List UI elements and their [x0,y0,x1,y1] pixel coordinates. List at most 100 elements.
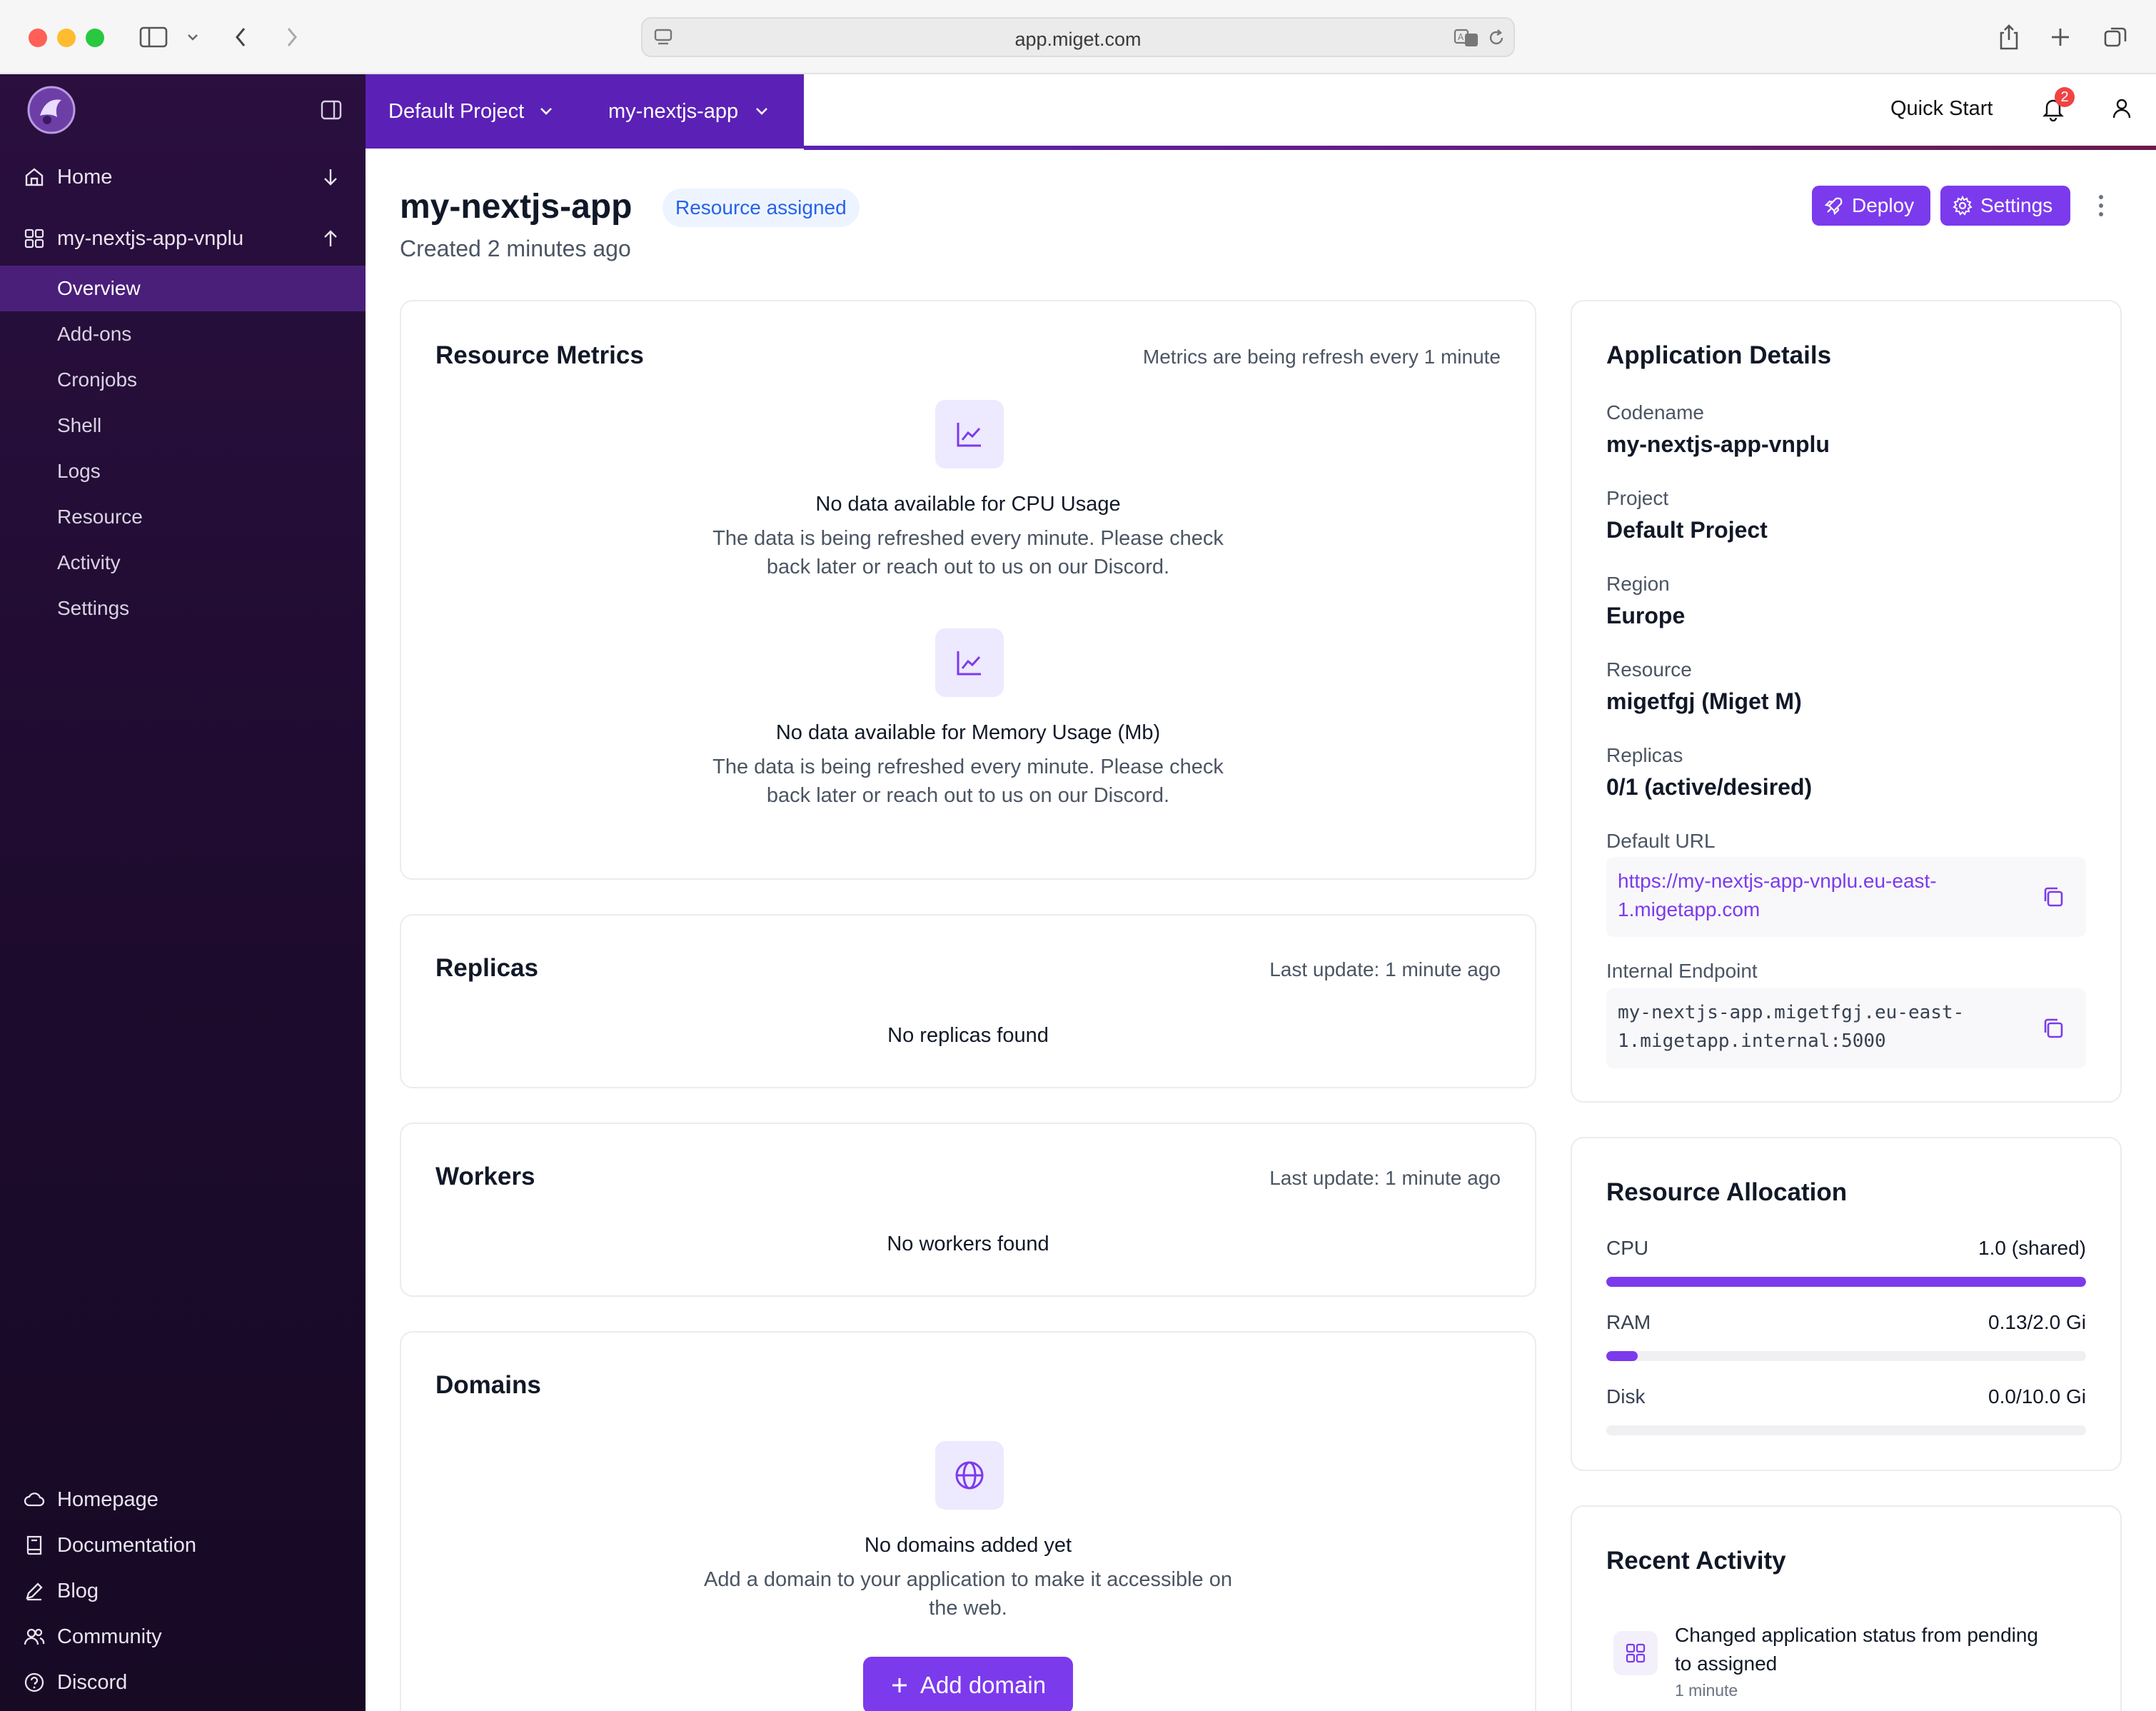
sidebar-item-label: Add-ons [57,323,132,345]
tab-overview-icon[interactable] [2102,20,2129,54]
memory-empty-desc-line-1: The data is being refreshed every minute… [712,756,1224,778]
url-text: app.miget.com [1014,29,1142,50]
project-label: Project [1606,487,1669,509]
deploy-button[interactable]: Deploy [1812,186,1930,226]
sidebar-item-label: Resource [57,506,143,528]
replicas-label: Replicas [1606,744,1683,766]
project-dropdown[interactable]: Default Project [388,74,554,149]
miget-logo[interactable] [26,84,77,136]
alloc-label: Disk [1606,1385,1646,1408]
copy-icon[interactable] [2040,884,2066,910]
activity-text-line-1: Changed application status from pending [1675,1624,2039,1646]
book-icon [23,1534,46,1557]
card-title: Resource Metrics [435,341,644,369]
footer-label: Discord [57,1670,128,1694]
recent-activity-card: Recent Activity Changed application stat… [1571,1505,2122,1711]
zoom-window-button[interactable] [86,29,104,47]
region-value: Europe [1606,603,1686,628]
alloc-row-ram: RAM 0.13/2.0 Gi [1606,1311,2086,1334]
user-icon[interactable] [2110,97,2133,120]
memory-empty-desc-line-2: back later or reach out to us on our Dis… [766,784,1170,807]
project-switcher: Default Project my-nextjs-app [366,74,804,149]
sidebar-item-logs[interactable]: Logs [0,448,366,494]
default-url-label: Default URL [1606,830,1716,852]
close-window-button[interactable] [29,29,47,47]
domains-empty-title: No domains added yet [864,1534,1072,1557]
project-label: Default Project [388,99,525,123]
default-url-line-2: 1.migetapp.com [1618,898,1760,920]
sidebar-item-shell[interactable]: Shell [0,403,366,448]
settings-button[interactable]: Settings [1940,186,2070,226]
domains-card: Domains No domains added yet Add a domai… [400,1331,1536,1711]
app-dropdown[interactable]: my-nextjs-app [608,74,770,149]
sidebar-item-label: Settings [57,597,130,619]
chevron-down-icon [540,108,553,115]
sidebar-item-add-ons[interactable]: Add-ons [0,311,366,357]
internal-endpoint-box: my-nextjs-app.migetfgj.eu-east- 1.migeta… [1606,988,2086,1068]
region-label: Region [1606,573,1670,595]
sidebar-item-cronjobs[interactable]: Cronjobs [0,357,366,403]
sidebar-app-label: my-nextjs-app-vnplu [57,226,244,250]
metrics-refresh-note: Metrics are being refresh every 1 minute [1142,346,1501,368]
sidebar-home-label: Home [57,165,113,189]
default-url-line-1: https://my-nextjs-app-vnplu.eu-east- [1618,870,1937,892]
quick-start-link[interactable]: Quick Start [1890,97,1993,121]
new-tab-icon[interactable] [2047,20,2073,54]
reload-icon[interactable] [1486,28,1506,51]
sidebar-item-label: Cronjobs [57,368,138,391]
sidebar-toggle-icon[interactable] [138,20,168,54]
globe-icon [935,1441,1004,1510]
activity-time: 1 minute [1675,1681,1738,1700]
sidebar-footer-community[interactable]: Community [0,1621,366,1652]
sidebar-footer-documentation[interactable]: Documentation [0,1530,366,1561]
sidebar-item-label: Overview [57,277,141,299]
alloc-value: 1.0 (shared) [1978,1237,2086,1259]
bar-fill [1606,1351,1638,1361]
default-url-box: https://my-nextjs-app-vnplu.eu-east- 1.m… [1606,857,2086,937]
activity-item: Changed application status from pending … [1606,1618,2086,1711]
more-options-icon[interactable] [2090,191,2112,220]
rocket-icon [1824,197,1843,216]
cpu-empty-title: No data available for CPU Usage [815,493,1121,516]
sidebar-item-resource[interactable]: Resource [0,494,366,540]
plus-icon [892,1678,907,1692]
address-bar[interactable]: app.miget.com A [641,17,1515,57]
default-url-link[interactable]: https://my-nextjs-app-vnplu.eu-east- 1.m… [1618,867,2018,924]
card-title: Recent Activity [1606,1547,1786,1575]
internal-endpoint-value: my-nextjs-app.migetfgj.eu-east- 1.migeta… [1618,998,2018,1055]
activity-text-line-2: to assigned [1675,1652,1778,1675]
sidebar-footer-discord[interactable]: Discord [0,1667,366,1698]
sidebar-footer-homepage[interactable]: Homepage [0,1484,366,1515]
replicas-empty: No replicas found [887,1024,1049,1047]
card-title: Domains [435,1371,541,1399]
domains-empty-desc-line-1: Add a domain to your application to make… [704,1568,1232,1591]
back-icon[interactable] [230,20,251,54]
sidebar-home[interactable]: Home [0,161,366,193]
share-icon[interactable] [1996,20,2022,54]
resource-value: migetfgj (Miget M) [1606,688,1802,714]
internal-endpoint-label: Internal Endpoint [1606,960,1758,982]
users-icon [23,1625,46,1648]
cpu-empty-desc-line-1: The data is being refreshed every minute… [712,527,1224,550]
copy-icon[interactable] [2040,1015,2066,1041]
sidebar-item-overview[interactable]: Overview [0,266,366,311]
forward-icon[interactable] [281,20,303,54]
add-domain-button[interactable]: Add domain [863,1657,1073,1711]
sidebar-app[interactable]: my-nextjs-app-vnplu [0,223,366,254]
sidebar-item-settings[interactable]: Settings [0,586,366,631]
codename-label: Codename [1606,401,1704,423]
sidebar-item-label: Activity [57,551,121,573]
chevron-down-icon[interactable] [184,20,201,54]
sidebar-footer-blog[interactable]: Blog [0,1575,366,1607]
arrow-up-icon[interactable] [320,228,341,249]
cloud-icon [23,1488,46,1511]
collapse-sidebar-icon[interactable] [320,99,343,121]
translate-icon[interactable]: A [1454,27,1481,52]
arrow-down-icon[interactable] [320,166,341,188]
svg-text:A: A [1458,32,1464,42]
internal-endpoint-line-2: 1.migetapp.internal:5000 [1618,1030,1886,1052]
minimize-window-button[interactable] [57,29,76,47]
sidebar-item-activity[interactable]: Activity [0,540,366,586]
footer-label: Community [57,1625,162,1648]
alloc-row-cpu: CPU 1.0 (shared) [1606,1237,2086,1260]
